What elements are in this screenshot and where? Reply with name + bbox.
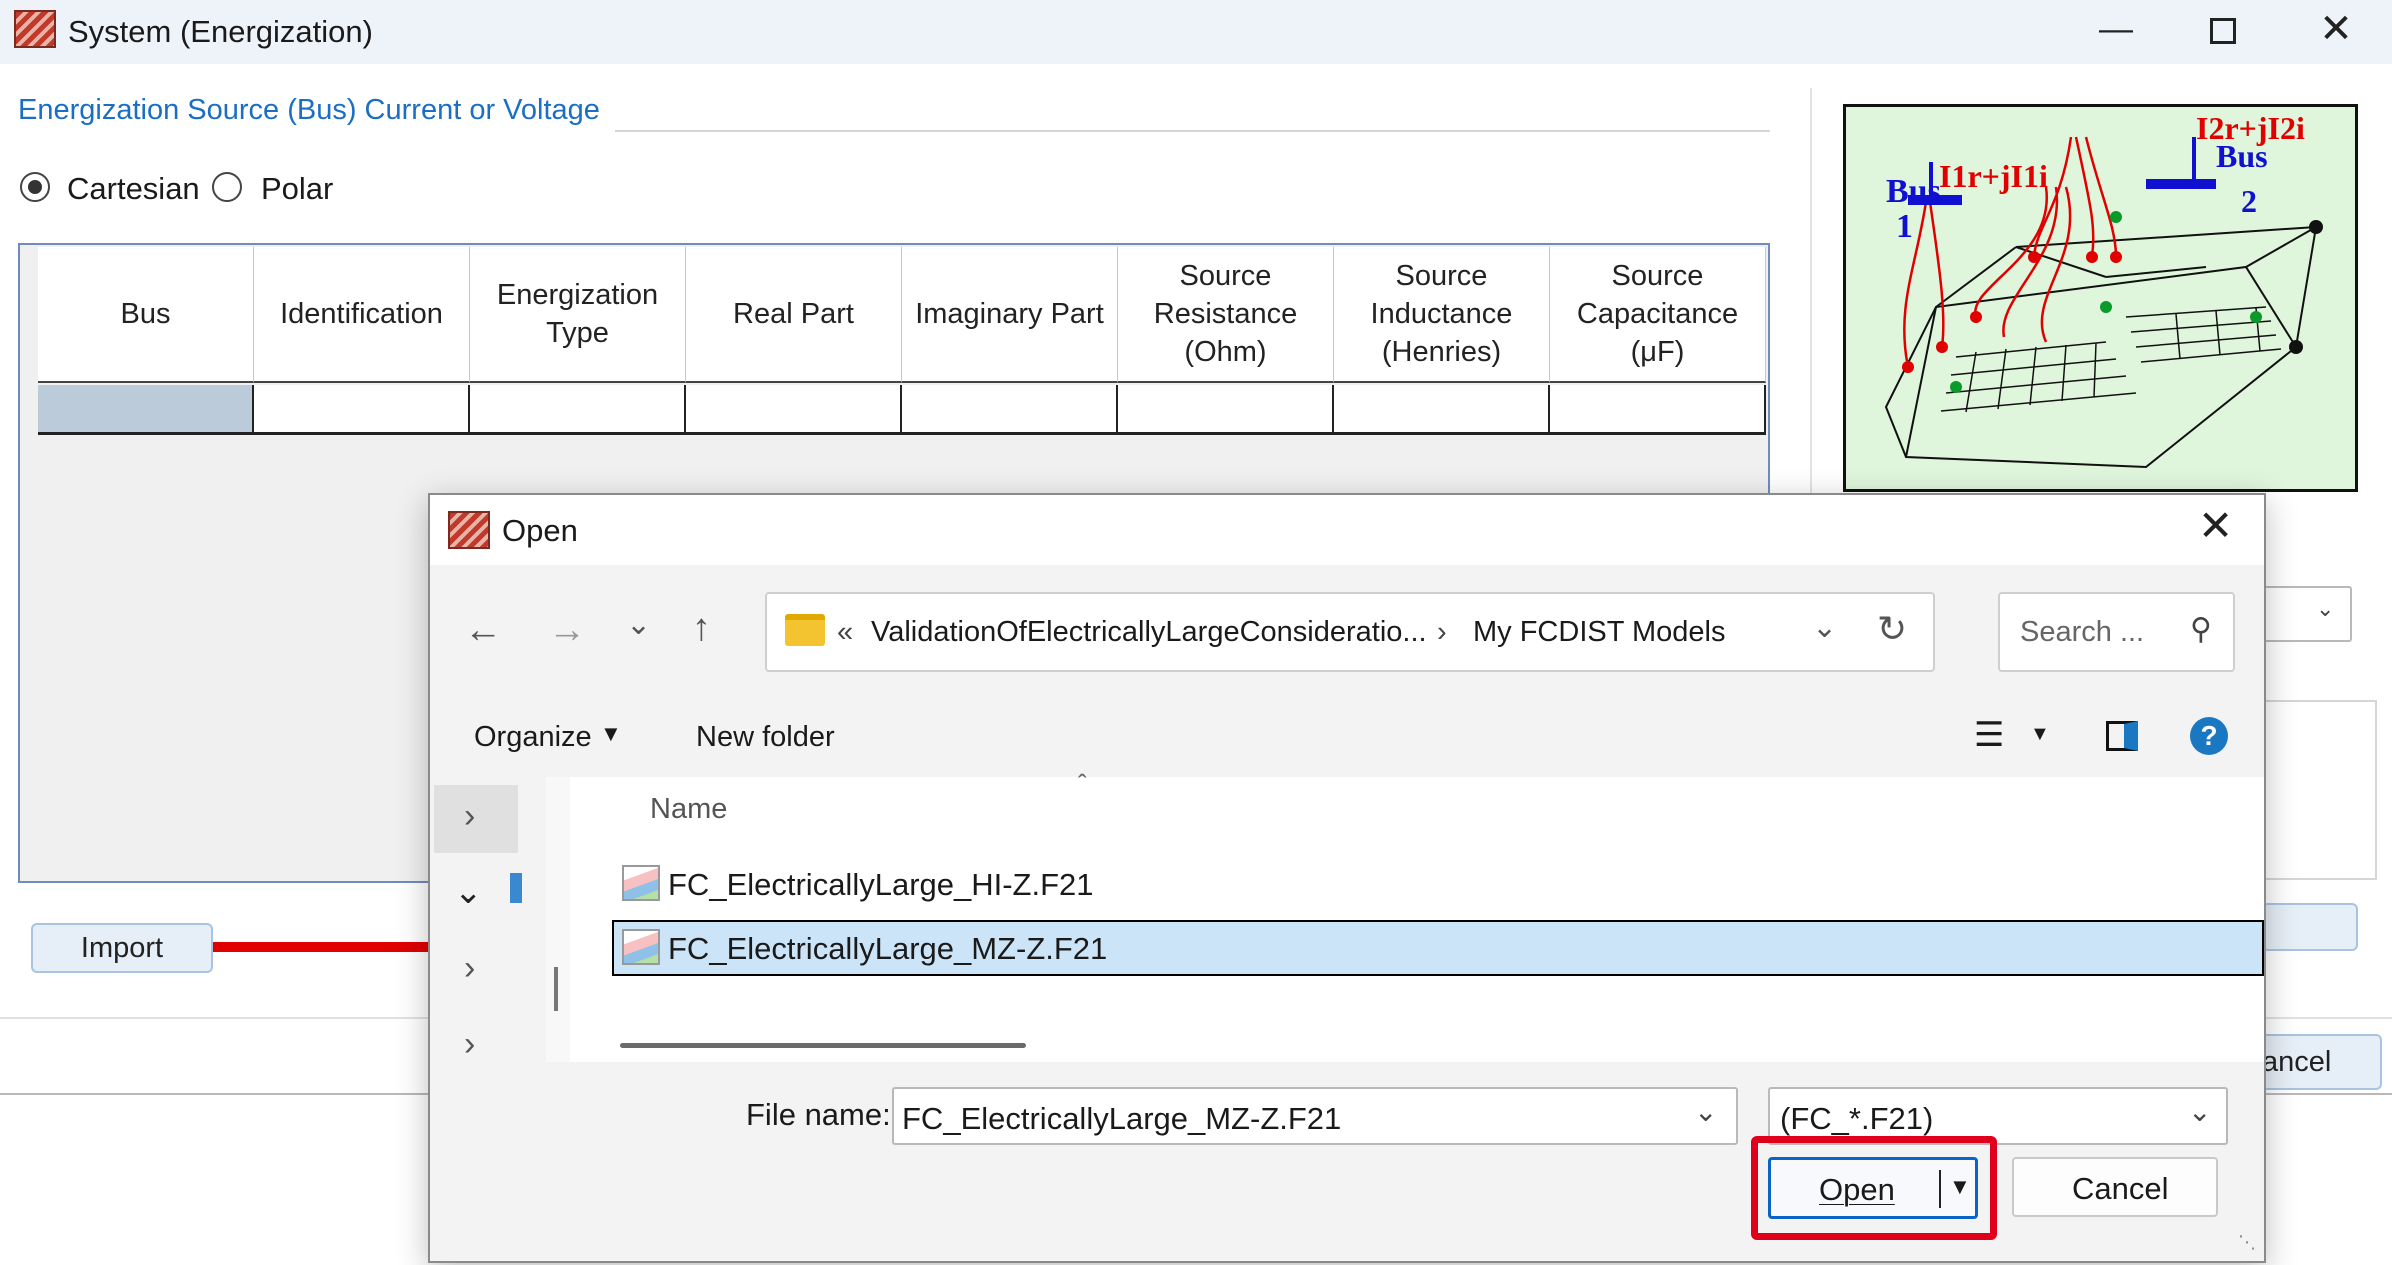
minimize-icon[interactable]: — [2080, 0, 2152, 60]
organize-dropdown-icon[interactable]: ▼ [600, 721, 622, 747]
open-button[interactable]: Open ▼ [1768, 1157, 1978, 1219]
folder-icon [785, 614, 825, 646]
filename-input[interactable]: FC_ElectricallyLarge_MZ-Z.F21 ⌄ [892, 1087, 1738, 1145]
address-dropdown-icon[interactable]: ⌄ [1812, 610, 1837, 645]
table-cell-bus[interactable] [38, 385, 254, 435]
table-cell-real-part[interactable] [686, 385, 902, 435]
split-divider [1939, 1170, 1941, 1208]
filename-label: File name: [746, 1097, 891, 1132]
table-cell-source-inductance[interactable] [1334, 385, 1550, 435]
file-type-dropdown-icon[interactable]: ⌄ [2188, 1095, 2211, 1128]
table-cell-energization-type[interactable] [470, 385, 686, 435]
radio-polar-label: Polar [261, 171, 334, 206]
breadcrumb-folder[interactable]: ValidationOfElectricallyLargeConsiderati… [871, 616, 1427, 649]
side-button[interactable] [2262, 903, 2358, 951]
chevron-right-icon-2[interactable]: › [464, 949, 475, 988]
forward-arrow-icon[interactable]: → [548, 609, 586, 652]
group-label: Energization Source (Bus) Current or Vol… [18, 94, 600, 126]
table-cell-identification[interactable] [254, 385, 470, 435]
chevron-right-icon-3[interactable]: › [464, 1025, 475, 1064]
new-folder-button[interactable]: New folder [696, 721, 835, 754]
dialog-close-icon[interactable]: ✕ [2198, 501, 2233, 550]
maximize-icon[interactable] [2210, 18, 2236, 44]
file-name: FC_ElectricallyLarge_MZ-Z.F21 [668, 931, 1108, 966]
radio-cartesian-label: Cartesian [67, 171, 200, 206]
cancel-button[interactable]: Cancel [2012, 1157, 2218, 1217]
search-box[interactable]: Search ... ⚲ [1998, 592, 2235, 672]
radio-cartesian[interactable] [20, 172, 50, 202]
current2-label: I2r+jI2i [2196, 110, 2305, 146]
open-dropdown-icon[interactable]: ▼ [1949, 1174, 1971, 1200]
table-cell-imaginary-part[interactable] [902, 385, 1118, 435]
breadcrumb-current[interactable]: My FCDIST Models [1473, 616, 1725, 649]
column-header-imaginary-part[interactable]: Imaginary Part [902, 247, 1118, 383]
search-placeholder: Search ... [2020, 616, 2145, 648]
column-header-energization-type[interactable]: Energization Type [470, 247, 686, 383]
resize-grip-icon[interactable]: ⋱ [2238, 1232, 2256, 1253]
chevron-right-icon: › [464, 797, 476, 835]
chevron-down-icon[interactable]: ⌄ [454, 872, 483, 912]
sort-up-icon: ˆ [1078, 769, 1087, 799]
nav-drive-icon [510, 873, 522, 903]
chevron-down-icon: ⌄ [2316, 596, 2335, 621]
table-cell-source-capacitance[interactable] [1550, 385, 1766, 435]
view-dropdown-icon[interactable]: ▼ [2030, 723, 2050, 746]
side-dropdown[interactable]: ⌄ [2262, 586, 2352, 642]
column-header-real-part[interactable]: Real Part [686, 247, 902, 383]
file-name: FC_ElectricallyLarge_HI-Z.F21 [668, 867, 1094, 902]
table-cell-source-resistance[interactable] [1118, 385, 1334, 435]
address-bar[interactable]: « ValidationOfElectricallyLargeConsidera… [765, 592, 1935, 672]
back-arrow-icon[interactable]: ← [464, 609, 502, 652]
cancel-button-label: Cancel [2072, 1171, 2169, 1206]
recent-chevron-icon[interactable]: ⌄ [626, 607, 651, 642]
close-icon[interactable]: ✕ [2300, 0, 2372, 60]
refresh-icon[interactable]: ↻ [1877, 608, 1907, 650]
preview-pane-icon[interactable] [2106, 721, 2138, 751]
column-header-identification[interactable]: Identification [254, 247, 470, 383]
list-item-selected[interactable]: FC_ElectricallyLarge_MZ-Z.F21 [612, 920, 2264, 976]
filename-dropdown-icon[interactable]: ⌄ [1694, 1095, 1717, 1128]
navigation-pane: › ⌄ › › [430, 777, 530, 1064]
diagram-graphic: Bus 1 I1r+jI1i Bus 2 I2r+jI2i [1884, 110, 2323, 469]
nav-item-collapsed[interactable]: › [434, 785, 518, 853]
bus2-number: 2 [2241, 183, 2257, 219]
bus1-label: Bus [1886, 173, 1941, 210]
nav-scrollbar-thumb[interactable] [554, 967, 558, 1011]
command-bar: Organize ▼ New folder ☰ ▼ ? [430, 695, 2264, 775]
import-button[interactable]: Import [31, 923, 213, 973]
view-list-icon[interactable]: ☰ [1974, 715, 2004, 755]
app-icon [14, 10, 56, 48]
bus1-number: 1 [1896, 208, 1913, 245]
horizontal-scrollbar[interactable] [620, 1043, 1026, 1048]
filename-value: FC_ElectricallyLarge_MZ-Z.F21 [902, 1101, 1342, 1136]
current1-label: I1r+jI1i [1939, 158, 2048, 194]
side-panel-box [2262, 700, 2377, 880]
main-titlebar: System (Energization) — ✕ [0, 0, 2392, 64]
column-header-bus[interactable]: Bus [38, 247, 254, 383]
breadcrumb-overflow[interactable]: « [837, 616, 853, 649]
breadcrumb-separator: › [1437, 616, 1447, 648]
file-type-value: (FC_*.F21) [1780, 1101, 1934, 1136]
column-header-source-capacitance[interactable]: Source Capacitance (μF) [1550, 247, 1766, 383]
up-arrow-icon[interactable]: ↑ [692, 607, 711, 650]
column-header-name[interactable]: Name [650, 793, 727, 826]
column-header-source-resistance[interactable]: Source Resistance (Ohm) [1118, 247, 1334, 383]
f21-file-icon [622, 865, 660, 901]
dialog-titlebar: Open ✕ [430, 495, 2264, 565]
open-button-label: Open [1819, 1172, 1895, 1207]
organize-button[interactable]: Organize [474, 721, 592, 754]
list-item[interactable]: FC_ElectricallyLarge_HI-Z.F21 [612, 857, 2264, 913]
f21-file-icon [622, 929, 660, 965]
nav-scrollbar-track[interactable] [546, 777, 570, 1062]
column-header-source-inductance[interactable]: Source Inductance (Henries) [1334, 247, 1550, 383]
radio-polar[interactable] [212, 172, 242, 202]
window-title: System (Energization) [68, 14, 373, 49]
bus-energization-diagram: Bus 1 I1r+jI1i Bus 2 I2r+jI2i [1843, 104, 2358, 492]
dialog-title: Open [502, 513, 578, 548]
dialog-app-icon [448, 511, 490, 549]
help-icon[interactable]: ? [2190, 717, 2228, 755]
group-divider [615, 130, 1770, 132]
search-icon[interactable]: ⚲ [2190, 612, 2212, 647]
